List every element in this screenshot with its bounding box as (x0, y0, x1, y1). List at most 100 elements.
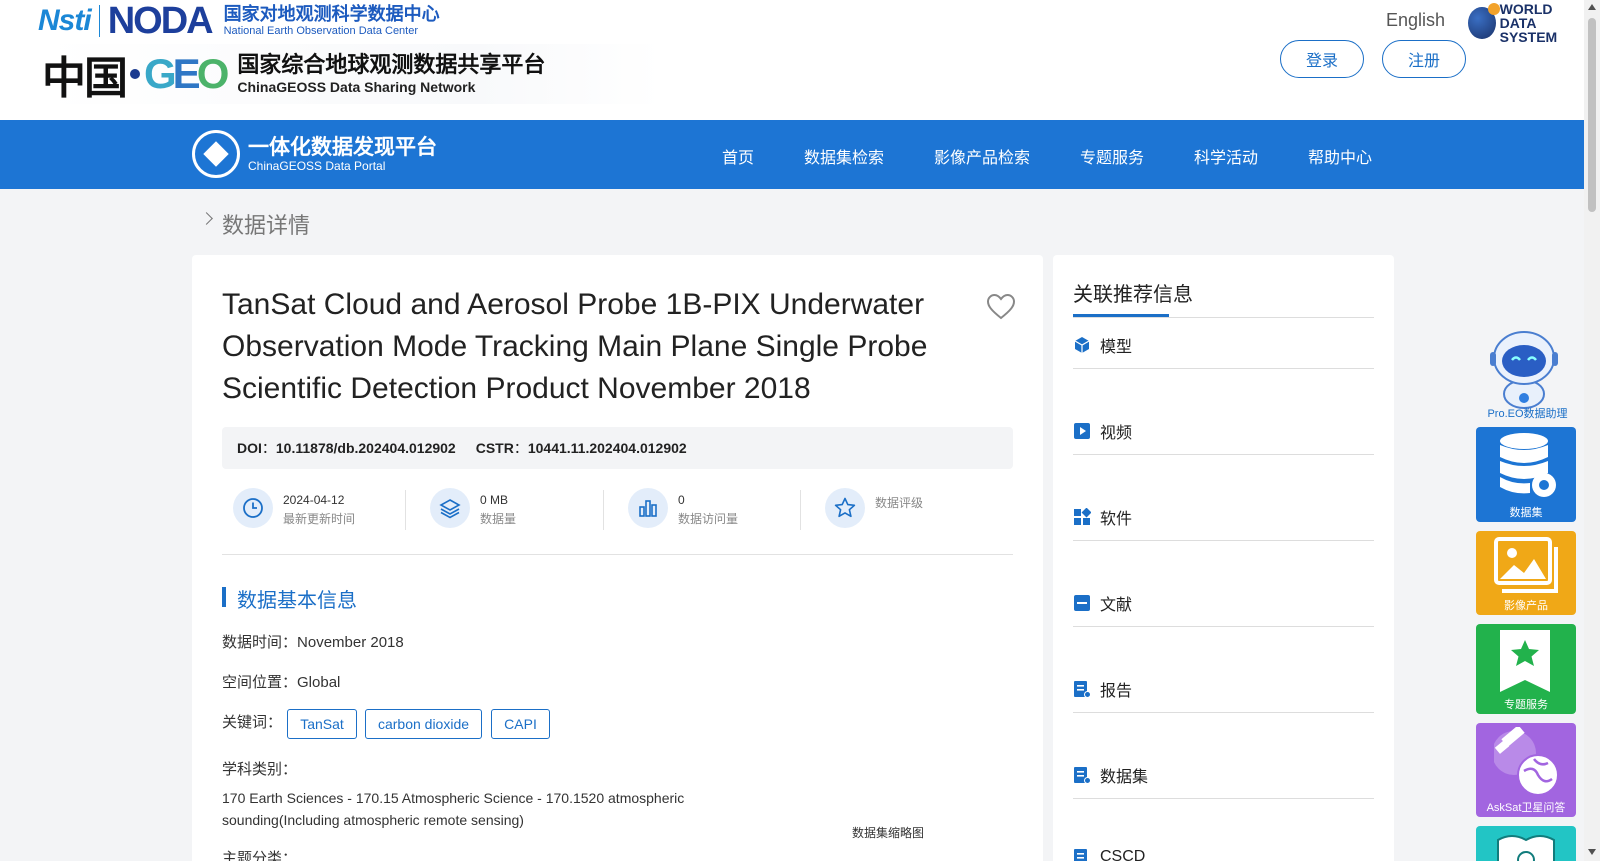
nav-thematic-services[interactable]: 专题服务 (1080, 144, 1144, 168)
assistant-label[interactable]: Pro.EO数据助理 (1470, 405, 1585, 421)
play-icon (1074, 423, 1090, 439)
main-nav: 一体化数据发现平台 ChinaGEOSS Data Portal 首页 数据集检… (0, 120, 1584, 189)
cstr-label: CSTR (475, 440, 514, 456)
divider (1073, 626, 1374, 627)
related-item-dataset[interactable]: 数据集 (1073, 763, 1148, 787)
related-item-video[interactable]: 视频 (1073, 419, 1132, 443)
nsti-logo-text: Nsti (38, 4, 92, 37)
scroll-up-arrow-icon[interactable] (1588, 4, 1596, 10)
layers-icon (430, 488, 470, 528)
scroll-down-arrow-icon[interactable] (1588, 849, 1596, 855)
tool-knowledge[interactable] (1476, 826, 1576, 861)
related-item-label: 数据集 (1100, 769, 1149, 786)
chinageoss-name-cn: 国家综合地球观测数据共享平台 (237, 53, 546, 78)
book-icon (1497, 835, 1555, 861)
portal-compass-icon (192, 130, 240, 178)
tool-asksat[interactable]: AskSat卫星问答 (1476, 723, 1576, 817)
divider (1073, 712, 1374, 713)
portal-name-en: ChinaGEOSS Data Portal (248, 159, 386, 173)
tool-label: 数据集 (1509, 507, 1543, 519)
cube-icon (1074, 337, 1090, 353)
stat-data-size: 0 MB 数据量 (430, 488, 516, 532)
related-item-label: 视频 (1100, 425, 1133, 442)
chinageoss-logo[interactable]: 中国 GEO 国家综合地球观测数据共享平台 ChinaGEOSS Data Sh… (42, 44, 662, 104)
china-logo-text: 中国 (42, 53, 128, 104)
nav-science-activities[interactable]: 科学活动 (1194, 144, 1258, 168)
tool-label: 专题服务 (1504, 699, 1548, 711)
divider (1073, 798, 1374, 799)
scrollbar-thumb[interactable] (1588, 18, 1596, 212)
keyword-tag[interactable]: TanSat (287, 709, 357, 739)
tool-image-product[interactable]: 影像产品 (1476, 531, 1576, 615)
related-item-cscd[interactable]: CSCD (1073, 848, 1145, 861)
section-title-basic-info: 数据基本信息 (237, 590, 357, 612)
subject-category-label: 学科类别： (222, 761, 298, 778)
heart-icon[interactable] (987, 294, 1015, 320)
keyword-tag[interactable]: carbon dioxide (365, 709, 482, 739)
document-icon (1074, 595, 1090, 611)
tool-dataset[interactable]: 数据集 (1476, 427, 1576, 522)
nav-image-product-search[interactable]: 影像产品检索 (934, 144, 1030, 168)
related-item-report[interactable]: 报告 (1073, 677, 1132, 701)
thumbnail-label: 数据集缩略图 (852, 826, 925, 840)
title-underline (1073, 314, 1169, 317)
stat-value: 0 MB (480, 493, 509, 507)
portal-name-cn: 一体化数据发现平台 (248, 135, 437, 159)
stat-rating: 数据评级 (825, 488, 923, 532)
stat-label: 数据量 (480, 512, 517, 526)
related-item-label: 模型 (1100, 339, 1133, 356)
subject-category-value: 170 Earth Sciences - 170.15 Atmospheric … (222, 790, 685, 828)
robot-assistant-icon[interactable] (1484, 324, 1564, 409)
register-button[interactable]: 注册 (1382, 40, 1466, 78)
breadcrumb: 数据详情 (222, 213, 311, 238)
stat-update-time: 2024-04-12 最新更新时间 (233, 488, 355, 532)
stat-value: 0 (678, 493, 685, 507)
divider (405, 490, 406, 530)
spatial-location-value: Global (297, 674, 341, 691)
related-recommendations-title: 关联推荐信息 (1073, 284, 1193, 306)
spatial-location-row: 空间位置：Global (222, 671, 340, 692)
data-time-row: 数据时间：November 2018 (222, 631, 404, 652)
geo-logo-mark: GEO (144, 50, 229, 97)
related-item-model[interactable]: 模型 (1073, 333, 1132, 357)
related-item-label: 文献 (1100, 597, 1133, 614)
wds-text: WORLD DATA SYSTEM (1499, 1, 1558, 45)
stat-access-count: 0 数据访问量 (628, 488, 738, 532)
logo-separator (98, 5, 100, 37)
tool-thematic-services[interactable]: 专题服务 (1476, 624, 1576, 714)
login-button[interactable]: 登录 (1280, 40, 1364, 78)
cstr-value[interactable]: 10441.11.202404.012902 (528, 440, 687, 456)
related-item-label: 软件 (1100, 511, 1133, 528)
section-marker (222, 587, 226, 607)
divider (1073, 454, 1374, 455)
stat-label: 数据评级 (875, 496, 924, 510)
divider (1073, 540, 1374, 541)
noda-logo[interactable]: Nsti NODA 国家对地观测科学数据中心 National Earth Ob… (38, 2, 440, 40)
image-icon (1494, 537, 1558, 593)
report-icon (1074, 681, 1091, 698)
related-item-label: CSCD (1100, 848, 1146, 861)
chinageoss-caption: 国家综合地球观测数据共享平台 ChinaGEOSS Data Sharing N… (237, 53, 545, 95)
divider (1073, 368, 1374, 369)
doi-value[interactable]: 10.11878/db.202404.012902 (276, 440, 456, 456)
related-item-literature[interactable]: 文献 (1073, 591, 1132, 615)
stat-label: 最新更新时间 (283, 512, 356, 526)
portal-logo[interactable]: 一体化数据发现平台 ChinaGEOSS Data Portal (192, 130, 437, 178)
stat-value: 2024-04-12 (283, 493, 345, 507)
noda-logo-text: NODA (107, 0, 214, 42)
chevron-right-icon (200, 212, 213, 225)
related-item-software[interactable]: 软件 (1073, 505, 1132, 529)
satellite-icon (1494, 727, 1559, 796)
apps-icon (1074, 508, 1091, 525)
world-data-system-logo[interactable]: WORLD DATA SYSTEM (1468, 2, 1584, 44)
keyword-tag[interactable]: CAPI (491, 709, 550, 739)
clock-icon (233, 488, 273, 528)
nav-home[interactable]: 首页 (722, 144, 754, 168)
nav-dataset-search[interactable]: 数据集检索 (804, 144, 884, 168)
language-switch[interactable]: English (1386, 10, 1445, 31)
nav-help-center[interactable]: 帮助中心 (1308, 144, 1372, 168)
cscd-icon (1074, 849, 1087, 861)
tool-label: 影像产品 (1504, 600, 1548, 612)
star-icon (825, 488, 865, 528)
noda-logo-caption: 国家对地观测科学数据中心 National Earth Observation … (224, 5, 440, 38)
